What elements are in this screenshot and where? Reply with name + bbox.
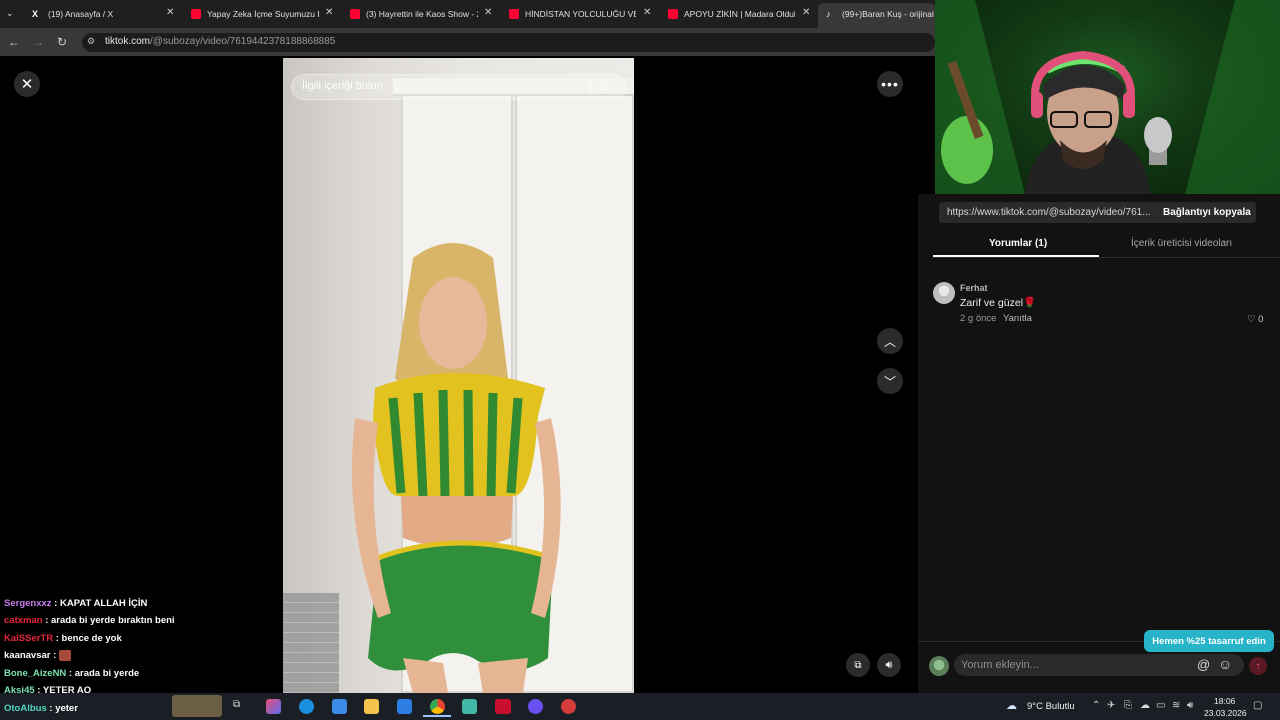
comment-username[interactable]: Ferhat: [960, 283, 988, 293]
forward-arrow-icon[interactable]: →: [29, 33, 47, 51]
tiktok-icon: ♪: [826, 9, 831, 19]
active-app-indicator: [423, 715, 451, 717]
emoji-icon[interactable]: ☺: [1218, 656, 1232, 672]
send-comment-button[interactable]: ↑: [1249, 657, 1267, 675]
more-options-button[interactable]: •••: [877, 71, 903, 97]
tab-x[interactable]: X (19) Anasayfa / X: [32, 4, 162, 24]
comment-time: 2 g önce: [960, 313, 997, 324]
weather-cloud-icon: ☁: [1006, 700, 1017, 712]
tab-creator-videos[interactable]: İçerik üreticisi videoları: [1131, 238, 1232, 249]
comment-text: Zarif ve güzel🌹: [960, 297, 1037, 309]
chat-message: Bone_AizeNN : arada bi yerde: [4, 668, 140, 679]
tab-close-icon[interactable]: ✕: [166, 7, 174, 18]
reload-icon[interactable]: ↻: [53, 33, 71, 51]
promo-banner[interactable]: Hemen %25 tasarruf edin: [1144, 630, 1274, 652]
tab-youtube-2[interactable]: (3) Hayrettin ile Kaos Show - 2.: [350, 4, 478, 24]
task-view-icon[interactable]: ⧉: [233, 699, 248, 714]
x-icon: X: [32, 9, 39, 19]
edge-icon[interactable]: [299, 699, 314, 714]
back-arrow-icon[interactable]: ←: [5, 33, 23, 51]
tab-divider: [933, 257, 1280, 258]
previous-video-button[interactable]: ︿: [877, 328, 903, 354]
site-info-icon[interactable]: ⚙: [87, 36, 95, 47]
commenter-avatar[interactable]: [933, 282, 955, 304]
arrow-up-icon: ↑: [1255, 660, 1261, 672]
pip-icon: ⧉: [854, 659, 862, 671]
share-url-text: https://www.tiktok.com/@subozay/video/76…: [947, 207, 1151, 218]
chrome-icon[interactable]: [430, 699, 445, 714]
copilot-icon[interactable]: [266, 699, 281, 714]
network-icon[interactable]: ▭: [1156, 700, 1165, 711]
chat-message: kaanavsar :: [4, 650, 71, 661]
search-divider: [590, 79, 591, 95]
youtube-icon: [191, 9, 201, 19]
youtube-icon: [668, 9, 678, 19]
speaker-icon[interactable]: 🔊︎: [1187, 700, 1193, 711]
mention-icon[interactable]: @: [1197, 657, 1210, 672]
chat-message: catxman : arada bi yerde bıraktın beni: [4, 615, 175, 626]
floating-player-button[interactable]: ⧉: [846, 653, 870, 677]
clock-date[interactable]: 23.03.2026: [1204, 708, 1247, 718]
tab-close-icon[interactable]: ✕: [802, 7, 810, 18]
chat-message: OtoAlbus : yeter: [4, 703, 78, 714]
heart-icon: ♡: [1247, 314, 1256, 325]
tab-close-icon[interactable]: ✕: [325, 7, 333, 18]
search-placeholder: İlgili içeriği bulun: [302, 80, 383, 92]
streamer-webcam: [935, 0, 1280, 194]
wifi-icon[interactable]: ≋: [1172, 700, 1180, 711]
next-video-button[interactable]: ﹀: [877, 368, 903, 394]
chat-message: KalSSerTR : bence de yok: [4, 633, 122, 644]
store-icon[interactable]: [332, 699, 347, 714]
chevron-down-icon: ﹀: [883, 374, 896, 389]
active-tab-indicator: [933, 255, 1099, 257]
emote-icon: [58, 650, 71, 661]
tab-search-icon[interactable]: ⌄: [6, 8, 14, 19]
taskbar-widget-image[interactable]: [172, 695, 222, 717]
clock-time[interactable]: 18:06: [1214, 696, 1235, 706]
tray-chevron-up-icon[interactable]: ⌃: [1092, 700, 1100, 711]
tab-youtube-3[interactable]: HİNDİSTAN YOLCULUĞU VE Hİ: [509, 4, 636, 24]
chat-overlay-strip: [283, 593, 339, 693]
notification-icon[interactable]: ▢: [1253, 700, 1262, 711]
url-text: tiktok.com/@subozay/video/76194423781888…: [105, 36, 336, 47]
obs-icon[interactable]: [561, 699, 576, 714]
close-icon: ✕: [20, 76, 34, 93]
tab-tiktok-active[interactable]: ♪ (99+)Baran Kuş - orijinal se: [826, 4, 934, 24]
close-video-button[interactable]: ✕: [14, 71, 40, 97]
chat-message: Sergenxxz : KAPAT ALLAH İÇİN: [4, 598, 148, 609]
reply-button[interactable]: Yanıtla: [1003, 313, 1032, 324]
tray-app-icon[interactable]: ✈: [1107, 700, 1115, 711]
tab-close-icon[interactable]: ✕: [643, 7, 651, 18]
tab-close-icon[interactable]: ✕: [484, 7, 492, 18]
tab-youtube-1[interactable]: Yapay Zeka İçme Suyumuzu Bit: [191, 4, 319, 24]
notes-app-icon[interactable]: [462, 699, 477, 714]
youtube-icon: [509, 9, 519, 19]
tray-battery-icon[interactable]: ⎘: [1124, 700, 1132, 711]
tab-comments[interactable]: Yorumlar (1): [989, 238, 1047, 249]
stream-chat: Sergenxxz : KAPAT ALLAH İÇİN catxman : a…: [0, 593, 283, 696]
comment-like-button[interactable]: ♡ 0: [1247, 314, 1263, 325]
my-avatar: [929, 656, 949, 676]
mail-icon[interactable]: [397, 699, 412, 714]
discord-icon[interactable]: [528, 699, 543, 714]
tray-cloud-icon[interactable]: ☁: [1140, 700, 1150, 711]
chevron-up-icon: ︿: [883, 334, 896, 349]
comment-input-placeholder: Yorum ekleyin...: [961, 659, 1039, 671]
tab-youtube-4[interactable]: APOYU ZİKİN | Madara Olduk #: [668, 4, 795, 24]
copy-link-button[interactable]: Bağlantıyı kopyala: [1163, 207, 1251, 218]
ellipsis-icon: •••: [881, 76, 899, 92]
file-explorer-icon[interactable]: [364, 699, 379, 714]
comments-panel: [918, 194, 1280, 693]
volume-button[interactable]: 🔊︎: [877, 653, 901, 677]
youtube-icon: [350, 9, 360, 19]
video-editor-icon[interactable]: [495, 699, 511, 714]
weather-text[interactable]: 9°C Bulutlu: [1027, 701, 1075, 712]
webcam-scene: [935, 0, 1280, 194]
volume-icon: 🔊︎: [885, 658, 893, 671]
search-icon[interactable]: ⌕: [600, 79, 607, 95]
